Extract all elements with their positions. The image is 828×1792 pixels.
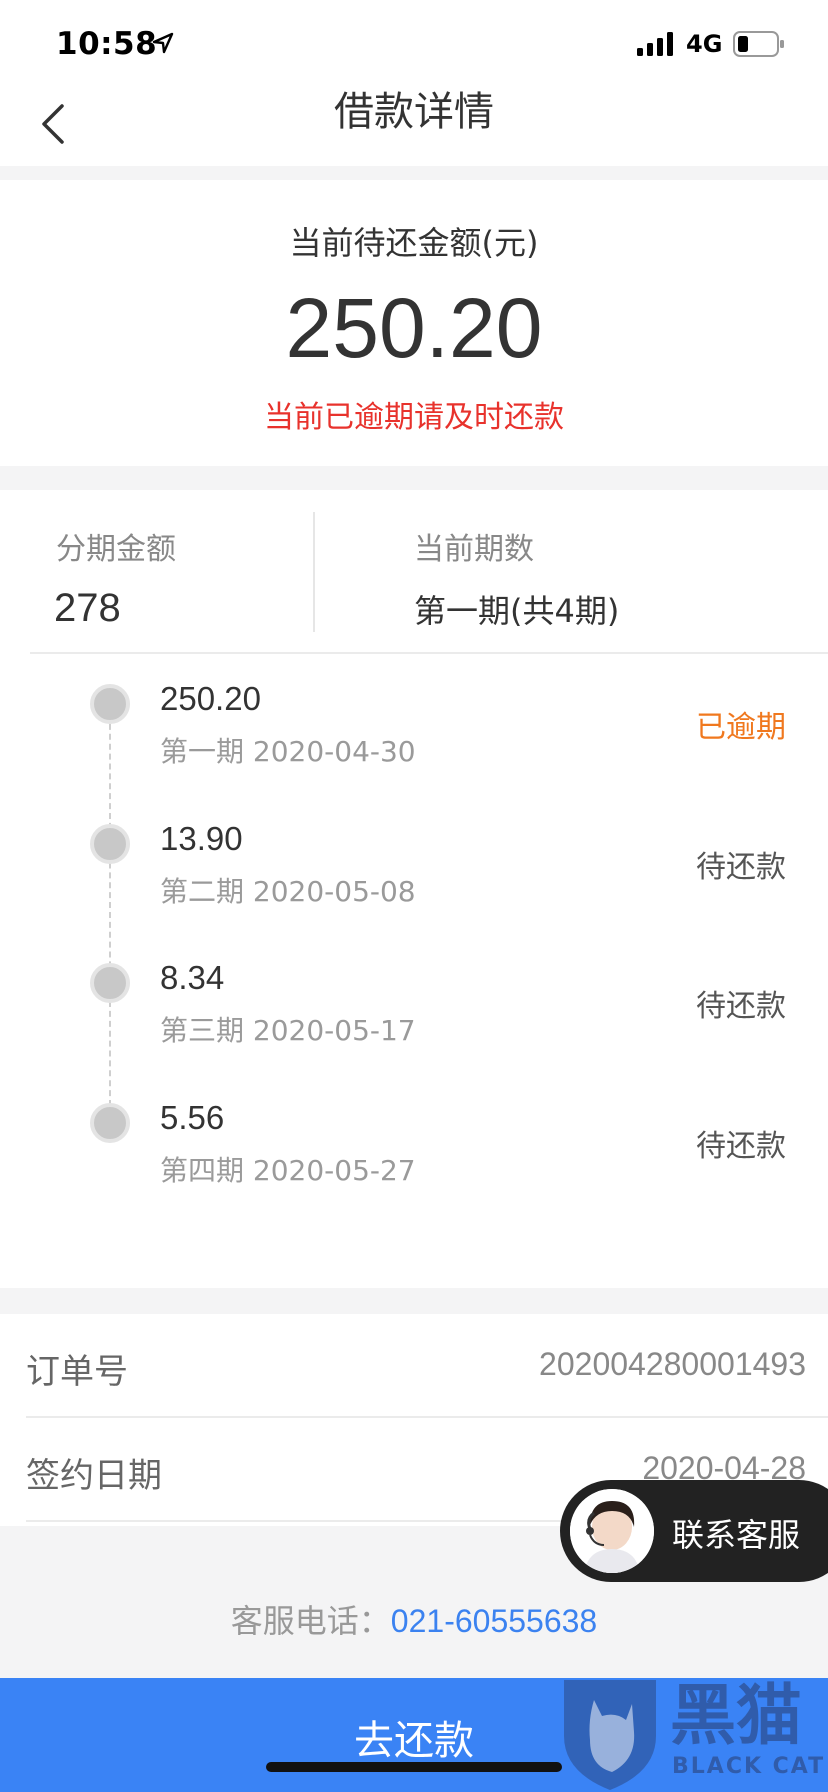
status-bar: 10:58 4G (0, 0, 828, 84)
installment-item[interactable]: 13.90 第二期 2020-05-08 待还款 (0, 794, 828, 908)
page-title: 借款详情 (334, 89, 494, 135)
installment-item-period: 第二期 2020-05-08 (160, 875, 416, 908)
installment-card: 分期金额 278 当前期数 第一期(共4期) 250.20 第一期 2020-0… (0, 490, 828, 1288)
battery-icon (733, 31, 784, 57)
installment-amount-value: 278 (54, 586, 121, 630)
contact-support-label: 联系客服 (672, 1516, 801, 1554)
overdue-notice: 当前已逾期请及时还款 (264, 400, 564, 435)
installment-item-amount: 250.20 (160, 680, 261, 717)
contact-support-button[interactable]: 联系客服 (560, 1480, 828, 1582)
hotline-number-link[interactable]: 021-60555638 (391, 1603, 597, 1639)
home-indicator (266, 1762, 562, 1772)
status-time: 10:58 (56, 26, 158, 62)
watermark-text: 黑猫 (670, 1677, 802, 1754)
order-number-label: 订单号 (26, 1352, 128, 1392)
current-period-label: 当前期数 (414, 532, 534, 567)
network-type: 4G (686, 30, 723, 58)
current-period-summary: 当前期数 第一期(共4期) (316, 490, 828, 654)
timeline-dashed-line (109, 714, 111, 1106)
sign-date-label: 签约日期 (26, 1456, 162, 1496)
outstanding-amount-label: 当前待还金额(元) (289, 224, 539, 262)
signal-bars-icon (637, 32, 673, 56)
installment-item[interactable]: 8.34 第三期 2020-05-17 待还款 (0, 933, 828, 1047)
hotline-label: 客服电话： (230, 1602, 391, 1640)
order-number-row: 订单号 202004280001493 (0, 1314, 828, 1418)
timeline-dot (90, 684, 130, 724)
installment-item-status: 待还款 (696, 1129, 786, 1164)
timeline-dot (90, 824, 130, 864)
order-number-value: 202004280001493 (539, 1346, 806, 1382)
installment-item-period: 第四期 2020-05-27 (160, 1154, 416, 1187)
installment-amount-summary: 分期金额 278 (0, 490, 314, 654)
installment-item-amount: 5.56 (160, 1099, 225, 1136)
summary-divider (313, 512, 315, 632)
nav-bar: 借款详情 (0, 84, 828, 166)
watermark-subtext: BLACK CAT (672, 1754, 826, 1779)
black-cat-watermark-logo (564, 1680, 656, 1790)
installment-item-period: 第三期 2020-05-17 (160, 1014, 416, 1047)
installment-item-amount: 13.90 (160, 820, 243, 857)
installment-timeline: 250.20 第一期 2020-04-30 已逾期 13.90 第二期 2020… (0, 654, 828, 1214)
installment-item[interactable]: 5.56 第四期 2020-05-27 待还款 (0, 1073, 828, 1187)
timeline-dot (90, 1103, 130, 1143)
installment-item[interactable]: 250.20 第一期 2020-04-30 已逾期 (0, 654, 828, 768)
timeline-dot (90, 963, 130, 1003)
customer-service-hotline: 客服电话：021-60555638 (0, 1596, 828, 1642)
installment-item-amount: 8.34 (160, 959, 225, 996)
installment-item-status: 已逾期 (696, 710, 786, 745)
installment-item-status: 待还款 (696, 850, 786, 885)
installment-amount-label: 分期金额 (56, 532, 176, 567)
outstanding-amount-value: 250.20 (285, 281, 543, 375)
current-period-value: 第一期(共4期) (414, 592, 620, 630)
location-arrow-icon (152, 32, 174, 54)
outstanding-amount-card: 当前待还金额(元) 250.20 当前已逾期请及时还款 (0, 180, 828, 466)
customer-service-avatar-icon (570, 1489, 654, 1573)
installment-item-status: 待还款 (696, 989, 786, 1024)
installment-item-period: 第一期 2020-04-30 (160, 735, 416, 768)
